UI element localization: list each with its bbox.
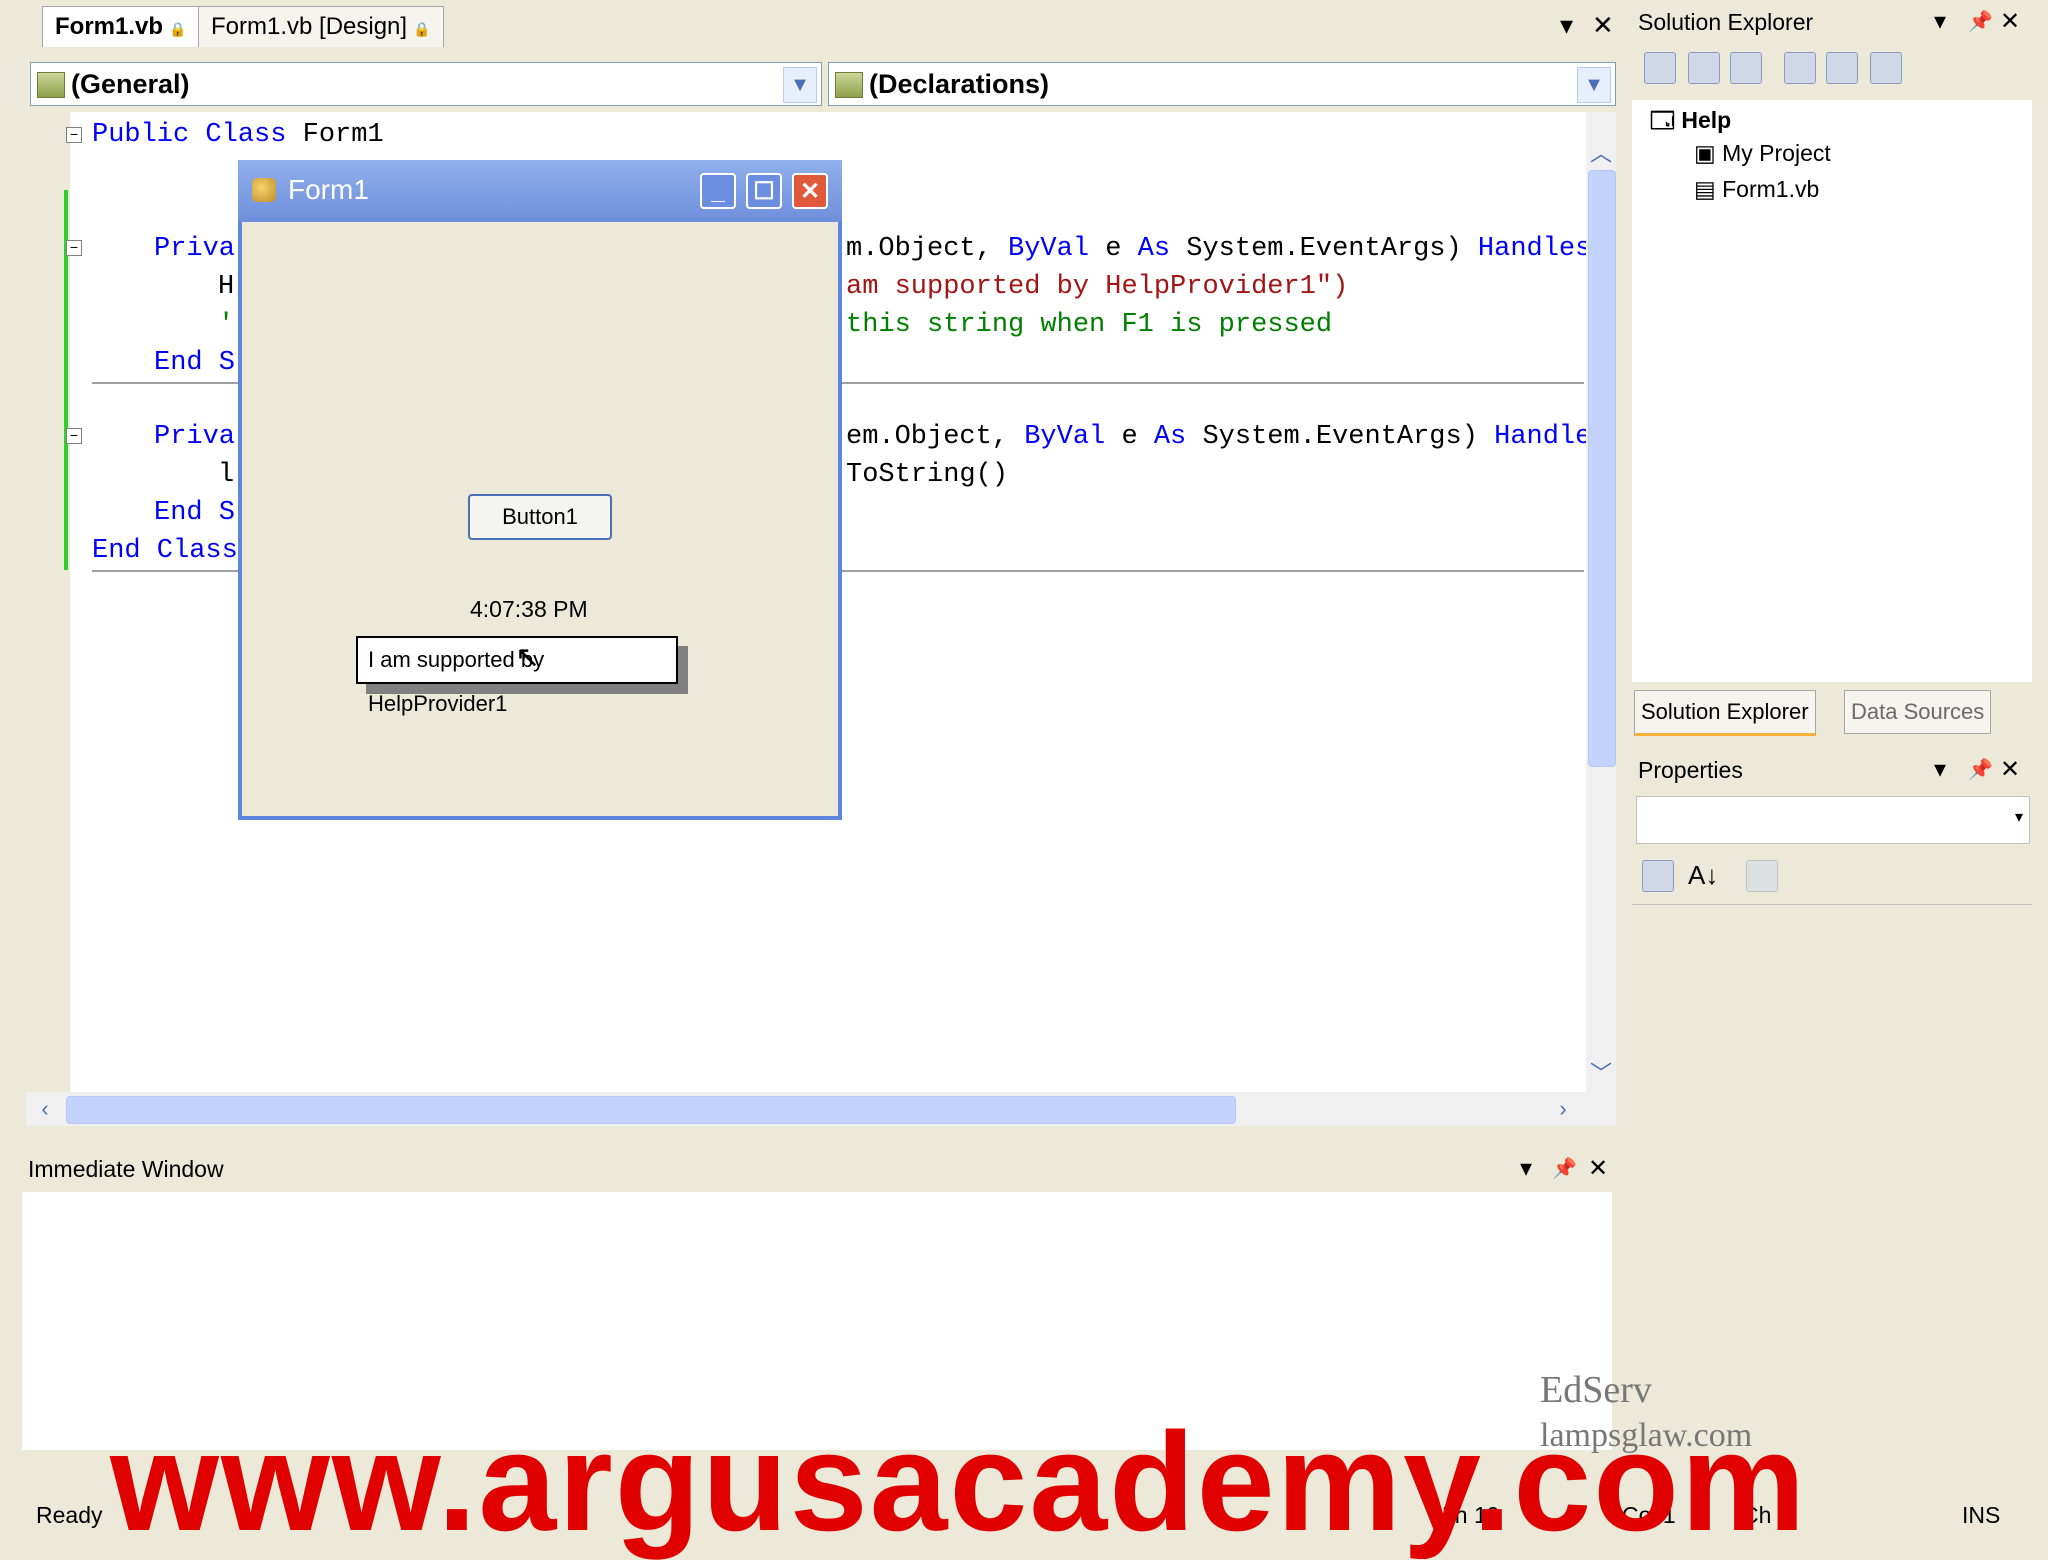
tree-root-help[interactable]: 🗔 Help bbox=[1650, 104, 1731, 143]
tree-item-my-project[interactable]: ▣ My Project bbox=[1694, 140, 1831, 167]
code-line: Priva bbox=[154, 234, 236, 264]
form1-titlebar[interactable]: Form1 _ ☐ ✕ bbox=[238, 160, 842, 222]
code-line: am supported by HelpProvider1") bbox=[846, 272, 1349, 302]
chevron-down-icon[interactable]: ▼ bbox=[783, 67, 817, 103]
collapse-icon[interactable]: − bbox=[66, 428, 82, 444]
chevron-left-icon[interactable]: ‹ bbox=[30, 1096, 60, 1122]
close-icon[interactable]: ✕ bbox=[2000, 750, 2020, 790]
close-icon[interactable]: ✕ bbox=[2000, 2, 2020, 42]
view-code-icon[interactable] bbox=[1784, 52, 1816, 84]
show-all-files-icon[interactable] bbox=[1688, 52, 1720, 84]
immediate-window-header: Immediate Window ▾ 📌 ✕ bbox=[22, 1148, 1634, 1190]
class-icon bbox=[37, 72, 65, 98]
vertical-scroll-thumb[interactable] bbox=[1588, 170, 1616, 767]
chevron-right-icon[interactable]: › bbox=[1548, 1096, 1578, 1122]
dropdown-icon[interactable]: ▾ bbox=[1934, 750, 1946, 790]
chevron-down-icon[interactable]: ﹀ bbox=[1588, 1056, 1614, 1088]
argus-academy-watermark: www.argusacademy.com bbox=[110, 1403, 1808, 1560]
dropdown-icon[interactable]: ▾ bbox=[1934, 2, 1946, 42]
code-line: Priva bbox=[154, 422, 236, 452]
mouse-cursor-icon: ↖ bbox=[515, 641, 541, 674]
code-line: ToString() bbox=[846, 460, 1009, 490]
tab-solution-explorer[interactable]: Solution Explorer bbox=[1634, 690, 1816, 736]
chevron-down-icon[interactable]: ▼ bbox=[1577, 67, 1611, 103]
class-diagram-icon[interactable] bbox=[1870, 52, 1902, 84]
code-line: m.Object, ByVal e As System.EventArgs) H… bbox=[846, 234, 1592, 264]
horizontal-scroll-thumb[interactable] bbox=[66, 1096, 1236, 1124]
solution-explorer-tree: 🗔 Help ▣ My Project ▤ Form1.vb bbox=[1632, 100, 2032, 682]
pin-icon[interactable]: 📌 bbox=[1968, 750, 1993, 790]
properties-toolbar: A↓ bbox=[1636, 852, 2028, 902]
close-icon[interactable]: ✕ bbox=[1588, 1148, 1608, 1190]
close-document-icon[interactable]: ✕ bbox=[1592, 10, 1614, 41]
pin-icon[interactable]: 📌 bbox=[1968, 2, 1993, 42]
app-icon bbox=[252, 178, 276, 202]
chevron-up-icon[interactable]: ︿ bbox=[1588, 136, 1614, 168]
dropdown-icon[interactable]: ▾ bbox=[1520, 1148, 1532, 1190]
categorized-icon[interactable] bbox=[1642, 860, 1674, 892]
solution-explorer-toolbar bbox=[1632, 42, 2032, 98]
properties-header: Properties ▾ 📌 ✕ bbox=[1632, 750, 2032, 790]
properties-grid bbox=[1632, 904, 2032, 1353]
solution-explorer-header: Solution Explorer ▾ 📌 ✕ bbox=[1632, 2, 2032, 42]
code-line: em.Object, ByVal e As System.EventArgs) … bbox=[846, 422, 1608, 452]
chevron-down-icon[interactable]: ▾ bbox=[2015, 807, 2023, 827]
code-line: this string when F1 is pressed bbox=[846, 310, 1333, 340]
tree-item-form1-vb[interactable]: ▤ Form1.vb bbox=[1694, 176, 1819, 203]
lock-icon: 🔒 bbox=[169, 21, 187, 37]
code-line: H bbox=[218, 272, 235, 302]
code-line: End S bbox=[154, 498, 236, 528]
tab-dropdown-icon[interactable]: ▾ bbox=[1560, 10, 1573, 41]
form1-window bbox=[238, 160, 842, 820]
minimize-button[interactable]: _ bbox=[700, 173, 736, 209]
properties-object-combo[interactable]: ▾ bbox=[1636, 796, 2030, 844]
code-line: l bbox=[218, 460, 235, 490]
code-line: ' bbox=[218, 310, 235, 340]
method-combo[interactable]: (Declarations) ▼ bbox=[828, 62, 1616, 106]
lock-icon: 🔒 bbox=[413, 21, 431, 37]
pin-icon[interactable]: 📌 bbox=[1552, 1148, 1577, 1190]
tab-data-sources[interactable]: Data Sources bbox=[1844, 690, 1992, 734]
maximize-button[interactable]: ☐ bbox=[746, 173, 782, 209]
time-label: 4:07:38 PM bbox=[470, 596, 588, 622]
tab-form1-vb[interactable]: Form1.vb 🔒 bbox=[42, 6, 200, 47]
document-tab-bar: Form1.vb 🔒 Form1.vb [Design] 🔒 bbox=[22, 0, 1622, 50]
code-line: End Class bbox=[92, 536, 238, 566]
collapse-icon[interactable]: − bbox=[66, 240, 82, 256]
refresh-icon[interactable] bbox=[1730, 52, 1762, 84]
close-button[interactable]: ✕ bbox=[792, 173, 828, 209]
class-combo[interactable]: (General) ▼ bbox=[30, 62, 822, 106]
method-icon bbox=[835, 72, 863, 98]
collapse-icon[interactable]: − bbox=[66, 127, 82, 143]
tab-form1-vb-design[interactable]: Form1.vb [Design] 🔒 bbox=[198, 6, 444, 47]
code-line: Public Class Form1 bbox=[92, 120, 384, 150]
button1[interactable]: Button1 bbox=[468, 494, 612, 540]
view-designer-icon[interactable] bbox=[1826, 52, 1858, 84]
property-pages-icon[interactable] bbox=[1746, 860, 1778, 892]
code-line: End S bbox=[154, 348, 236, 378]
alphabetical-icon[interactable]: A↓ bbox=[1688, 860, 1718, 891]
properties-icon[interactable] bbox=[1644, 52, 1676, 84]
